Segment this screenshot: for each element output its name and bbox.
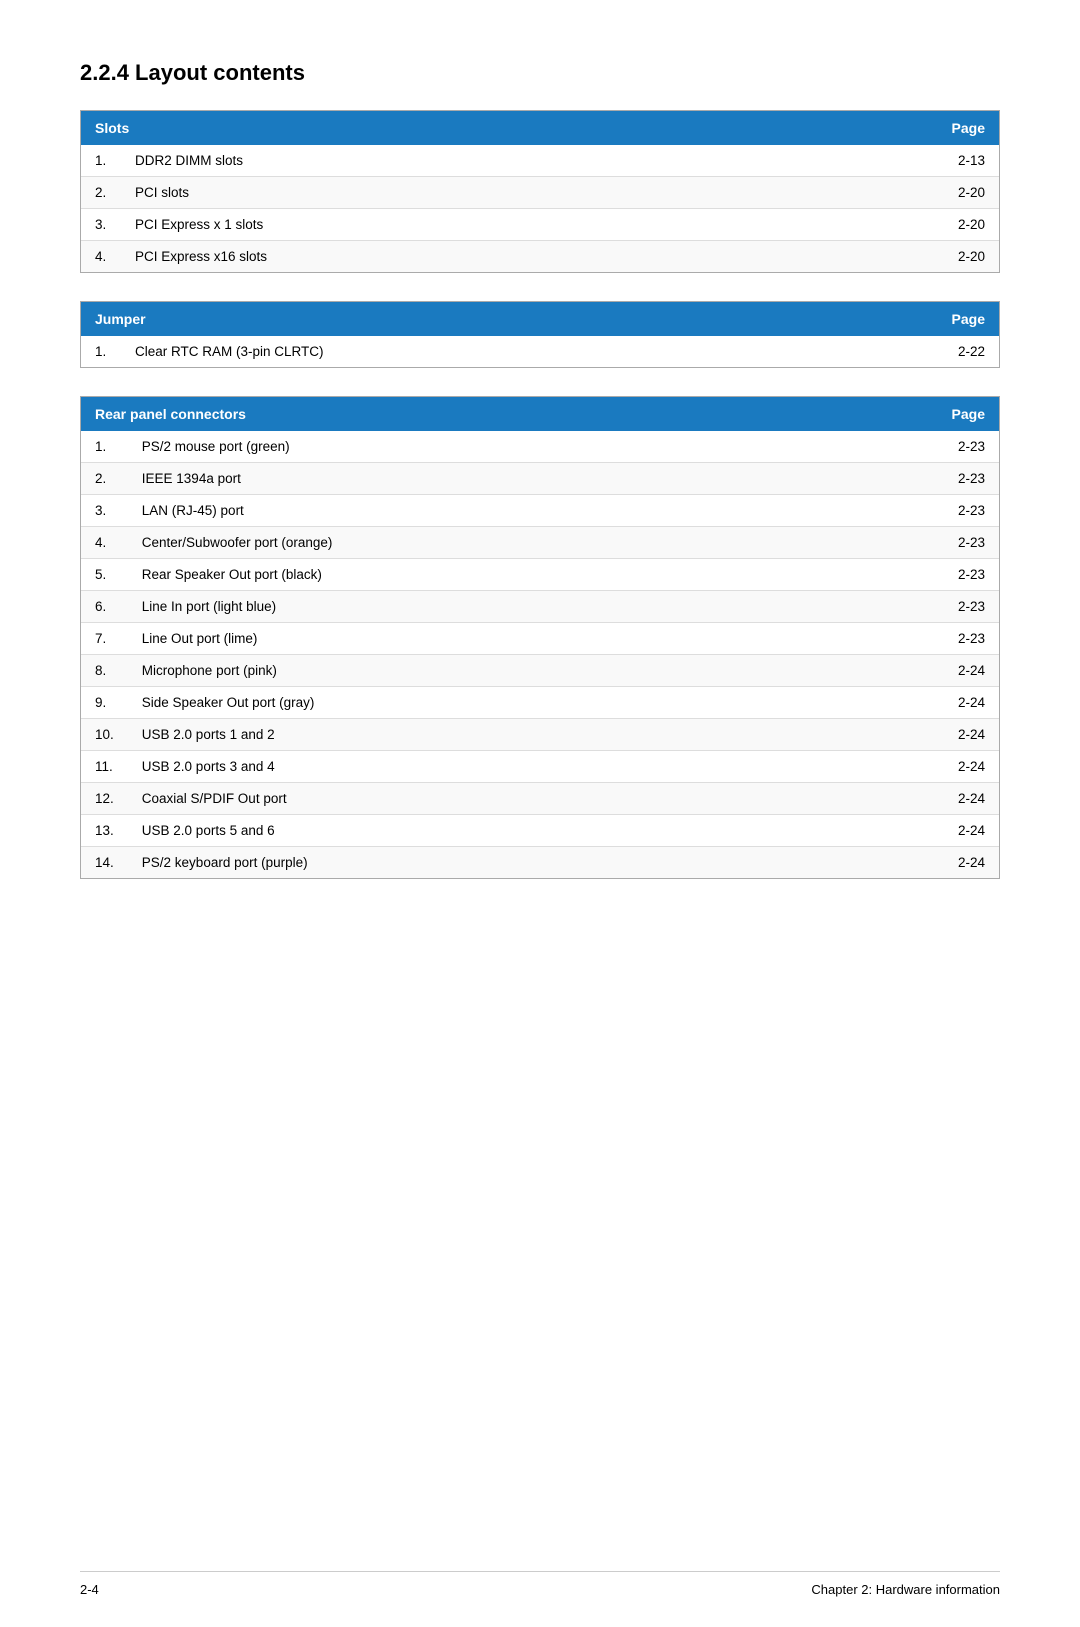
row-page: 2-22 [805,336,999,367]
jumper-table: Jumper Page 1. Clear RTC RAM (3-pin CLRT… [80,301,1000,368]
table-row: 5. Rear Speaker Out port (black) 2-23 [81,559,999,591]
slots-header-label: Slots [81,111,755,145]
row-description: Rear Speaker Out port (black) [128,559,808,591]
row-number: 2. [81,177,121,209]
row-number: 5. [81,559,128,591]
row-number: 6. [81,591,128,623]
row-description: Line Out port (lime) [128,623,808,655]
row-page: 2-24 [808,783,999,815]
page-footer: 2-4 Chapter 2: Hardware information [80,1571,1000,1597]
row-description: PS/2 mouse port (green) [128,431,808,463]
table-row: 14. PS/2 keyboard port (purple) 2-24 [81,847,999,879]
row-description: Side Speaker Out port (gray) [128,687,808,719]
row-page: 2-23 [808,495,999,527]
row-number: 11. [81,751,128,783]
row-number: 1. [81,336,121,367]
row-description: USB 2.0 ports 1 and 2 [128,719,808,751]
table-row: 10. USB 2.0 ports 1 and 2 2-24 [81,719,999,751]
section-title: 2.2.4 Layout contents [80,60,1000,86]
table-row: 1. PS/2 mouse port (green) 2-23 [81,431,999,463]
row-description: Center/Subwoofer port (orange) [128,527,808,559]
row-description: PCI Express x 1 slots [121,209,755,241]
table-row: 1. DDR2 DIMM slots 2-13 [81,145,999,177]
row-page: 2-23 [808,463,999,495]
row-number: 9. [81,687,128,719]
row-description: Microphone port (pink) [128,655,808,687]
row-page: 2-24 [808,687,999,719]
row-page: 2-13 [755,145,999,177]
row-description: LAN (RJ-45) port [128,495,808,527]
slots-header-page: Page [755,111,999,145]
row-page: 2-24 [808,751,999,783]
row-description: PCI slots [121,177,755,209]
rear-panel-header-page: Page [808,397,999,431]
rear-panel-table: Rear panel connectors Page 1. PS/2 mouse… [80,396,1000,879]
row-description: IEEE 1394a port [128,463,808,495]
table-row: 1. Clear RTC RAM (3-pin CLRTC) 2-22 [81,336,999,367]
table-row: 3. PCI Express x 1 slots 2-20 [81,209,999,241]
row-description: Clear RTC RAM (3-pin CLRTC) [121,336,805,367]
jumper-header-label: Jumper [81,302,805,336]
row-number: 8. [81,655,128,687]
row-page: 2-24 [808,655,999,687]
row-page: 2-23 [808,431,999,463]
table-row: 2. PCI slots 2-20 [81,177,999,209]
row-page: 2-20 [755,209,999,241]
row-number: 4. [81,527,128,559]
slots-table: Slots Page 1. DDR2 DIMM slots 2-13 2. PC… [80,110,1000,273]
table-row: 3. LAN (RJ-45) port 2-23 [81,495,999,527]
row-page: 2-24 [808,719,999,751]
row-number: 14. [81,847,128,879]
row-number: 3. [81,495,128,527]
row-number: 7. [81,623,128,655]
table-row: 13. USB 2.0 ports 5 and 6 2-24 [81,815,999,847]
row-description: Line In port (light blue) [128,591,808,623]
footer-chapter: Chapter 2: Hardware information [811,1582,1000,1597]
row-number: 12. [81,783,128,815]
table-row: 12. Coaxial S/PDIF Out port 2-24 [81,783,999,815]
row-number: 4. [81,241,121,273]
row-page: 2-23 [808,559,999,591]
rear-panel-header-label: Rear panel connectors [81,397,808,431]
row-number: 3. [81,209,121,241]
table-row: 2. IEEE 1394a port 2-23 [81,463,999,495]
table-row: 9. Side Speaker Out port (gray) 2-24 [81,687,999,719]
row-page: 2-20 [755,177,999,209]
row-description: USB 2.0 ports 5 and 6 [128,815,808,847]
row-description: USB 2.0 ports 3 and 4 [128,751,808,783]
row-page: 2-24 [808,847,999,879]
row-description: Coaxial S/PDIF Out port [128,783,808,815]
jumper-header-page: Page [805,302,999,336]
footer-page-number: 2-4 [80,1582,99,1597]
row-page: 2-23 [808,623,999,655]
row-page: 2-24 [808,815,999,847]
row-page: 2-20 [755,241,999,273]
table-row: 7. Line Out port (lime) 2-23 [81,623,999,655]
table-row: 6. Line In port (light blue) 2-23 [81,591,999,623]
table-row: 4. Center/Subwoofer port (orange) 2-23 [81,527,999,559]
table-row: 8. Microphone port (pink) 2-24 [81,655,999,687]
table-row: 4. PCI Express x16 slots 2-20 [81,241,999,273]
row-page: 2-23 [808,591,999,623]
row-description: PS/2 keyboard port (purple) [128,847,808,879]
row-number: 1. [81,431,128,463]
row-description: DDR2 DIMM slots [121,145,755,177]
row-number: 13. [81,815,128,847]
table-row: 11. USB 2.0 ports 3 and 4 2-24 [81,751,999,783]
section-number: 2.2.4 Layout contents [80,60,305,85]
row-description: PCI Express x16 slots [121,241,755,273]
row-number: 1. [81,145,121,177]
row-number: 2. [81,463,128,495]
row-page: 2-23 [808,527,999,559]
row-number: 10. [81,719,128,751]
